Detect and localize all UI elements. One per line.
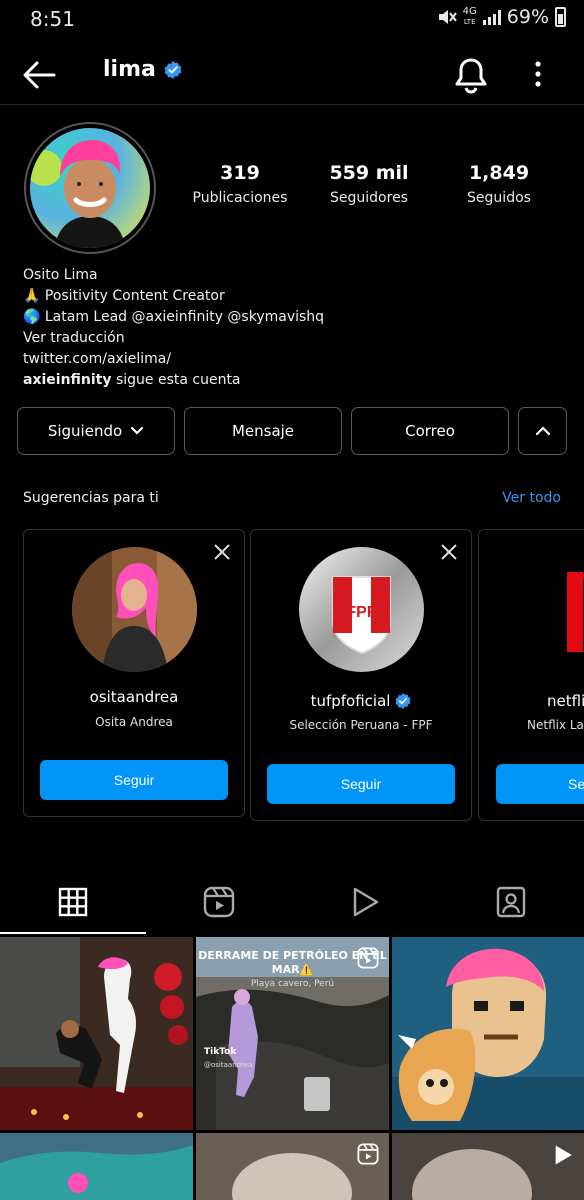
suggestion-card[interactable]: netfli Netflix La Se: [478, 529, 584, 821]
chevron-up-icon: [535, 426, 550, 436]
stat-value: 559 mil: [329, 162, 409, 184]
post-thumbnail[interactable]: [392, 1133, 584, 1200]
stat-posts[interactable]: 319 Publicaciones: [175, 162, 305, 206]
reels-icon: [357, 1143, 379, 1165]
bio-line-1: 🙏 Positivity Content Creator: [23, 288, 225, 304]
posts-grid: DERRAME DE PETRÓLEO EN EL MAR⚠️ Playa ca…: [0, 937, 584, 1200]
tab-tagged[interactable]: [438, 870, 584, 934]
tiktok-watermark: TikTok: [204, 1047, 237, 1057]
message-button[interactable]: Mensaje: [184, 407, 342, 455]
suggestion-avatar: [527, 547, 584, 672]
grid-icon: [58, 887, 88, 917]
stat-label: Seguidores: [330, 190, 408, 206]
battery-icon: [555, 7, 566, 27]
network-label: 4G: [462, 6, 477, 17]
more-vertical-icon: [535, 61, 541, 87]
battery-percent: 69%: [506, 6, 549, 28]
active-tab-indicator: [0, 932, 146, 934]
bell-icon: [455, 58, 487, 94]
play-icon: [555, 1145, 572, 1165]
mute-icon: [438, 10, 457, 24]
stat-label: Seguidos: [467, 190, 531, 206]
suggestion-username: ositaandrea: [89, 688, 179, 706]
profile-actions: Siguiendo Mensaje Correo: [17, 407, 567, 455]
suggestion-avatar: FPF: [299, 547, 424, 672]
follow-button[interactable]: Seguir: [267, 764, 455, 804]
suggestion-avatar: [72, 547, 197, 672]
suggestion-username: tufpfoficial: [251, 692, 471, 710]
suggestions-title: Sugerencias para ti: [23, 490, 159, 506]
tab-reels[interactable]: [146, 870, 292, 934]
stat-value: 1,849: [468, 162, 530, 184]
post-thumbnail[interactable]: [0, 937, 193, 1130]
email-label: Correo: [405, 422, 455, 440]
suggestion-card[interactable]: ositaandrea Osita Andrea Seguir: [23, 529, 245, 817]
profile-top-bar: lima: [0, 45, 584, 105]
signal-icon: [482, 9, 501, 25]
post-thumbnail[interactable]: [392, 937, 584, 1130]
stat-following[interactable]: 1,849 Seguidos: [434, 162, 564, 206]
email-button[interactable]: Correo: [351, 407, 509, 455]
tab-grid[interactable]: [0, 870, 146, 934]
profile-avatar[interactable]: [24, 122, 156, 254]
play-icon: [353, 887, 379, 917]
followed-by[interactable]: axieinfinity sigue esta cuenta: [23, 370, 563, 391]
profile-stats: 319 Publicaciones 559 mil Seguidores 1,8…: [180, 162, 560, 222]
back-button[interactable]: [20, 55, 60, 95]
profile-bio: Osito Lima 🙏 Positivity Content Creator …: [23, 265, 563, 391]
profile-username: lima: [103, 57, 182, 82]
more-options-button[interactable]: [526, 57, 550, 93]
see-all-link[interactable]: Ver todo: [502, 490, 561, 506]
reels-icon: [203, 886, 235, 918]
stat-followers[interactable]: 559 mil Seguidores: [304, 162, 434, 206]
chevron-down-icon: [131, 426, 144, 435]
reels-icon: [357, 947, 379, 969]
bio-link[interactable]: twitter.com/axielima/: [23, 349, 563, 370]
suggestions-toggle-button[interactable]: [518, 407, 567, 455]
suggestion-username: netfli: [547, 692, 584, 710]
stat-label: Publicaciones: [192, 190, 288, 206]
avatar: [30, 128, 150, 248]
bio-name: Osito Lima: [23, 267, 98, 283]
notifications-button[interactable]: [452, 55, 490, 95]
status-icons: 4G LTE 69%: [437, 6, 566, 28]
verified-badge-icon: [395, 693, 411, 709]
followed-by-text: sigue esta cuenta: [111, 372, 241, 388]
status-time: 8:51: [30, 7, 75, 31]
post-thumbnail[interactable]: [0, 1133, 193, 1200]
fpf-logo-text: FPF: [346, 604, 376, 621]
post-overlay-subtitle: Playa cavero, Perú: [250, 979, 335, 989]
username-text: lima: [103, 57, 156, 82]
message-label: Mensaje: [231, 422, 295, 440]
following-button[interactable]: Siguiendo: [17, 407, 175, 455]
verified-badge-icon: [164, 60, 182, 79]
translate-link[interactable]: Ver traducción: [23, 328, 563, 349]
bio-line-2: 🌎 Latam Lead @axieinfinity @skymavishq: [23, 309, 325, 325]
suggestion-fullname: Selección Peruana - FPF: [289, 718, 433, 732]
tiktok-handle: @ositaandrea: [204, 1061, 253, 1069]
follow-button[interactable]: Se: [496, 764, 584, 804]
tagged-icon: [496, 886, 526, 918]
close-icon[interactable]: [212, 542, 232, 562]
following-label: Siguiendo: [47, 422, 123, 440]
close-icon[interactable]: [439, 542, 459, 562]
profile-tabs: [0, 870, 584, 934]
status-bar: 8:51 4G LTE 69%: [0, 0, 584, 38]
tab-videos[interactable]: [292, 870, 438, 934]
followed-by-user: axieinfinity: [23, 372, 112, 388]
follow-button[interactable]: Seguir: [40, 760, 228, 800]
suggestion-card[interactable]: FPF tufpfoficial Selección Peruana - FPF…: [250, 529, 472, 821]
network-sub-label: LTE: [463, 18, 476, 26]
suggestion-fullname: Osita Andrea: [95, 715, 173, 729]
stat-value: 319: [220, 162, 260, 184]
post-thumbnail[interactable]: [196, 1133, 389, 1200]
post-thumbnail[interactable]: DERRAME DE PETRÓLEO EN EL MAR⚠️ Playa ca…: [196, 937, 389, 1130]
back-arrow-icon: [23, 61, 56, 89]
suggestion-fullname: Netflix La: [527, 718, 584, 732]
